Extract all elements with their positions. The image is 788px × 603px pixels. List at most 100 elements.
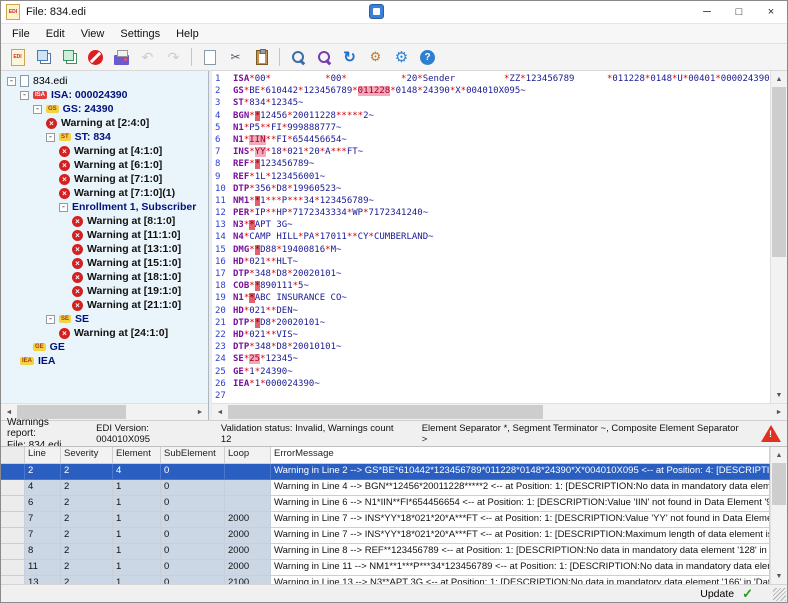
- scroll-up-button[interactable]: ▲: [771, 447, 787, 463]
- tree-node-warning-at-6-1-0[interactable]: × Warning at [6:1:0]: [1, 158, 208, 172]
- tree-node-warning-at-13-1-0[interactable]: × Warning at [13:1:0]: [1, 242, 208, 256]
- editor-line-11[interactable]: 11 NM1**1***P***34*123456789~: [212, 195, 770, 207]
- editor-line-14[interactable]: 14 N4*CAMP HILL*PA*17011**CY*CUMBERLAND~: [212, 231, 770, 243]
- editor-horizontal-scrollbar[interactable]: ◄ ►: [212, 403, 787, 420]
- warning-row-line-4[interactable]: 4 2 1 0 Warning in Line 4 --> BGN**12456*200…: [1, 480, 770, 496]
- warning-row-line-7[interactable]: 7 2 1 0 2000 Warning in Line 7 --> INS*YY*18*…: [1, 512, 770, 528]
- tree-node-warning-at-19-1-0[interactable]: × Warning at [19:1:0]: [1, 284, 208, 298]
- tree-node-warning-at-4-1-0[interactable]: × Warning at [4:1:0]: [1, 144, 208, 158]
- tree-node-st-834[interactable]: - ST ST: 834: [1, 130, 208, 144]
- scroll-left-button[interactable]: ◄: [212, 404, 228, 420]
- editor-line-20[interactable]: 20 HD*021**DEN~: [212, 305, 770, 317]
- editor-line-4[interactable]: 4 BGN**12456*20011228*****2~: [212, 110, 770, 122]
- tree-node-gs-24390[interactable]: - GS GS: 24390: [1, 102, 208, 116]
- scroll-right-button[interactable]: ►: [771, 404, 787, 420]
- minimize-button[interactable]: ─: [691, 1, 723, 23]
- editor-line-1[interactable]: 1 ISA*00* *00* *20*Sender *ZZ*123456789 *…: [212, 73, 770, 85]
- editor-line-3[interactable]: 3 ST*834*12345~: [212, 97, 770, 109]
- maximize-button[interactable]: □: [723, 1, 755, 23]
- resize-grip[interactable]: [773, 588, 786, 601]
- editor-line-2[interactable]: 2 GS*BE*610442*123456789*011228*0148*2439…: [212, 85, 770, 97]
- scroll-down-button[interactable]: ▼: [771, 568, 787, 584]
- expander-icon[interactable]: -: [20, 90, 29, 100]
- find-button[interactable]: [285, 45, 310, 69]
- menu-file[interactable]: File: [4, 26, 38, 42]
- open-edi-file-button[interactable]: EDI: [5, 45, 30, 69]
- titlebar[interactable]: EDI File: 834.edi ─ □ ×: [1, 1, 787, 24]
- editor-vscroll-thumb[interactable]: [772, 87, 786, 257]
- warning-row-line-8[interactable]: 8 2 1 0 2000 Warning in Line 8 --> REF**12345…: [1, 544, 770, 560]
- tree-node-warning-at-11-1-0[interactable]: × Warning at [11:1:0]: [1, 228, 208, 242]
- editor-line-12[interactable]: 12 PER*IP**HP*7172343334*WP*7172341240~: [212, 207, 770, 219]
- editor-line-13[interactable]: 13 N3**APT 3G~: [212, 219, 770, 231]
- tree-node-isa-000024390[interactable]: - ISA ISA: 000024390: [1, 88, 208, 102]
- column-header-subelement[interactable]: SubElement: [161, 447, 225, 464]
- refresh-button[interactable]: ↻: [337, 45, 362, 69]
- editor-line-27[interactable]: 27: [212, 390, 770, 402]
- cut-button[interactable]: ✂: [223, 45, 248, 69]
- help-button[interactable]: ?: [415, 45, 440, 69]
- warning-row-line-7[interactable]: 7 2 1 0 2000 Warning in Line 7 --> INS*YY*18*…: [1, 528, 770, 544]
- menu-view[interactable]: View: [73, 26, 113, 42]
- editor-line-21[interactable]: 21 DTP**D8*20020101~: [212, 317, 770, 329]
- tree-node-iea[interactable]: IEA IEA: [1, 354, 208, 368]
- expander-icon[interactable]: -: [7, 76, 16, 86]
- expander-icon[interactable]: -: [46, 314, 55, 324]
- expander-icon[interactable]: -: [33, 104, 42, 114]
- stop-validation-button[interactable]: [83, 45, 108, 69]
- close-button[interactable]: ×: [755, 1, 787, 23]
- editor-line-17[interactable]: 17 DTP*348*D8*20020101~: [212, 268, 770, 280]
- tree-horizontal-scrollbar[interactable]: ◄ ►: [1, 403, 208, 420]
- expander-icon[interactable]: -: [59, 202, 68, 212]
- copy-file-button[interactable]: [31, 45, 56, 69]
- paste-button[interactable]: [249, 45, 274, 69]
- menu-help[interactable]: Help: [168, 26, 207, 42]
- editor-line-24[interactable]: 24 SE*25*12345~: [212, 353, 770, 365]
- editor-line-10[interactable]: 10 DTP*356*D8*19960523~: [212, 183, 770, 195]
- scroll-up-button[interactable]: ▲: [771, 71, 787, 87]
- editor-vscroll-track[interactable]: [771, 87, 787, 387]
- column-header-element[interactable]: Element: [113, 447, 161, 464]
- edi-text-editor[interactable]: 1 ISA*00* *00* *20*Sender *ZZ*123456789 *…: [212, 71, 770, 403]
- menu-settings[interactable]: Settings: [112, 26, 168, 42]
- editor-hscroll-thumb[interactable]: [228, 405, 543, 419]
- tree-node-se[interactable]: - SE SE: [1, 312, 208, 326]
- tree-node-warning-at-15-1-0[interactable]: × Warning at [15:1:0]: [1, 256, 208, 270]
- tree-node-warning-at-24-1-0[interactable]: × Warning at [24:1:0]: [1, 326, 208, 340]
- tree-node-enrollment-1-subscriber[interactable]: - Enrollment 1, Subscriber: [1, 200, 208, 214]
- tree-hscroll-track[interactable]: [17, 404, 192, 420]
- tree-node-warning-at-18-1-0[interactable]: × Warning at [18:1:0]: [1, 270, 208, 284]
- menu-edit[interactable]: Edit: [38, 26, 73, 42]
- editor-line-5[interactable]: 5 N1*P5**FI*999888777~: [212, 122, 770, 134]
- tree-node-ge[interactable]: GE GE: [1, 340, 208, 354]
- print-button[interactable]: [109, 45, 134, 69]
- new-file-button[interactable]: [197, 45, 222, 69]
- editor-line-8[interactable]: 8 REF**123456789~: [212, 158, 770, 170]
- editor-line-22[interactable]: 22 HD*021**VIS~: [212, 329, 770, 341]
- copy-segments-button[interactable]: [57, 45, 82, 69]
- editor-line-18[interactable]: 18 COB**890111*5~: [212, 280, 770, 292]
- editor-line-19[interactable]: 19 N1**ABC INSURANCE CO~: [212, 292, 770, 304]
- tree-node-warning-at-8-1-0[interactable]: × Warning at [8:1:0]: [1, 214, 208, 228]
- grid-vertical-scrollbar[interactable]: ▲ ▼: [770, 447, 787, 584]
- tree-node-warning-at-21-1-0[interactable]: × Warning at [21:1:0]: [1, 298, 208, 312]
- editor-line-25[interactable]: 25 GE*1*24390~: [212, 366, 770, 378]
- editor-line-7[interactable]: 7 INS*YY*18*021*20*A***FT~: [212, 146, 770, 158]
- editor-line-26[interactable]: 26 IEA*1*000024390~: [212, 378, 770, 390]
- validation-settings-button[interactable]: ⚙: [363, 45, 388, 69]
- column-header-severity[interactable]: Severity: [61, 447, 113, 464]
- scroll-down-button[interactable]: ▼: [771, 387, 787, 403]
- redo-button[interactable]: ↷: [161, 45, 186, 69]
- expander-icon[interactable]: -: [46, 132, 55, 142]
- column-header-loop[interactable]: Loop: [225, 447, 271, 464]
- tree-node-warning-at-7-1-0[interactable]: × Warning at [7:1:0]: [1, 172, 208, 186]
- undo-button[interactable]: ↶: [135, 45, 160, 69]
- settings-button[interactable]: ⚙: [389, 45, 414, 69]
- tree-node-warning-at-7-1-0-1[interactable]: × Warning at [7:1:0](1): [1, 186, 208, 200]
- find-replace-button[interactable]: [311, 45, 336, 69]
- tree-node-warning-at-2-4-0[interactable]: × Warning at [2:4:0]: [1, 116, 208, 130]
- editor-line-23[interactable]: 23 DTP*348*D8*20010101~: [212, 341, 770, 353]
- editor-vertical-scrollbar[interactable]: ▲ ▼: [770, 71, 787, 403]
- editor-line-16[interactable]: 16 HD*021**HLT~: [212, 256, 770, 268]
- warning-row-line-2[interactable]: 2 2 4 0 Warning in Line 2 --> GS*BE*610442*1…: [1, 464, 770, 480]
